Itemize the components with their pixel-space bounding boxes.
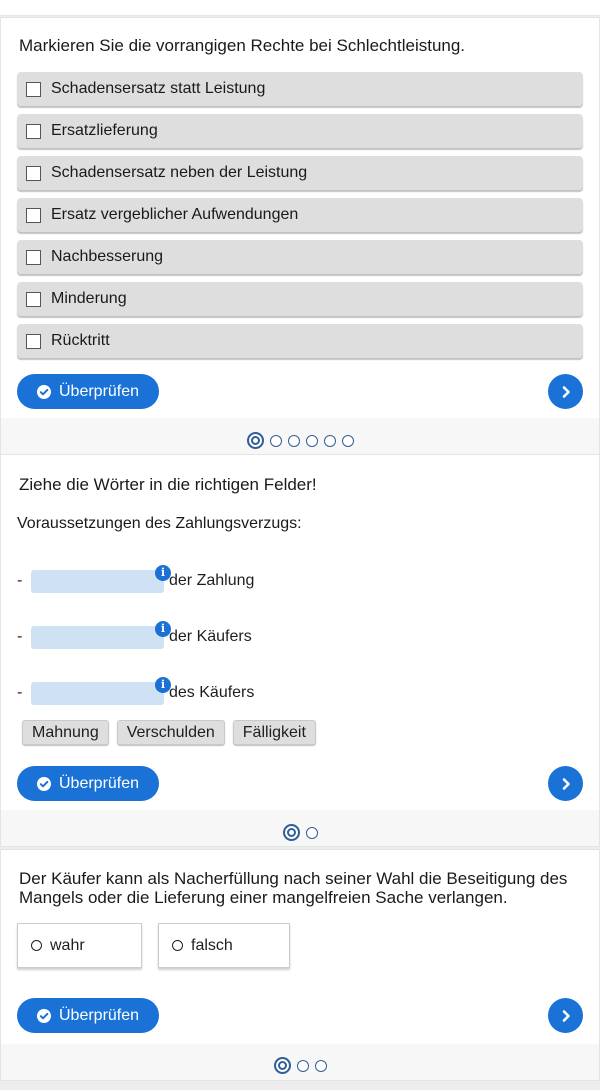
radio-button[interactable] bbox=[172, 940, 183, 951]
next-button[interactable] bbox=[548, 766, 583, 801]
page-dot[interactable] bbox=[269, 434, 282, 447]
check-circle-icon bbox=[37, 776, 51, 791]
page-dot[interactable] bbox=[246, 432, 264, 449]
info-icon[interactable]: i bbox=[155, 620, 171, 637]
option-label: Nachbesserung bbox=[51, 248, 164, 265]
answer-option[interactable]: Schadensersatz statt Leistung bbox=[17, 72, 583, 106]
question-text: Ziehe die Wörter in die richtigen Felder… bbox=[19, 475, 317, 494]
drop-zone[interactable]: i bbox=[31, 564, 171, 593]
chevron-right-icon bbox=[562, 777, 570, 790]
answer-option[interactable]: Rücktritt bbox=[17, 324, 583, 358]
drop-zone[interactable]: i bbox=[31, 676, 171, 705]
option-label: Rücktritt bbox=[51, 332, 110, 349]
pagination bbox=[0, 1057, 600, 1074]
check-circle-icon bbox=[37, 1008, 51, 1023]
page-dot[interactable] bbox=[314, 1059, 327, 1072]
check-circle-icon bbox=[37, 384, 51, 399]
word-bank: Mahnung Verschulden Fälligkeit bbox=[22, 720, 316, 745]
check-button-label: Überprüfen bbox=[59, 774, 140, 792]
page-dot[interactable] bbox=[296, 1059, 309, 1072]
page-bottom bbox=[0, 1081, 600, 1090]
check-button[interactable]: Überprüfen bbox=[17, 374, 159, 409]
draggable-word[interactable]: Verschulden bbox=[116, 720, 225, 745]
top-bar bbox=[0, 0, 600, 16]
check-button[interactable]: Überprüfen bbox=[17, 998, 159, 1033]
chevron-right-icon bbox=[562, 1009, 570, 1022]
drop-zone[interactable]: i bbox=[31, 620, 171, 649]
answer-option[interactable]: Ersatzlieferung bbox=[17, 114, 583, 148]
answer-label: falsch bbox=[191, 936, 233, 954]
checkbox[interactable] bbox=[26, 123, 41, 139]
page-dot[interactable] bbox=[323, 434, 336, 447]
question-text: Der Käufer kann als Nacherfüllung nach s… bbox=[19, 869, 568, 907]
option-label: Schadensersatz neben der Leistung bbox=[51, 164, 308, 181]
answer-label: wahr bbox=[50, 936, 85, 954]
radio-button[interactable] bbox=[31, 940, 42, 951]
answer-option[interactable]: Nachbesserung bbox=[17, 240, 583, 274]
page-dot[interactable] bbox=[305, 826, 318, 839]
page-dot[interactable] bbox=[273, 1057, 291, 1074]
option-label: Ersatz vergeblicher Aufwendungen bbox=[51, 206, 299, 223]
checkbox[interactable] bbox=[26, 81, 41, 97]
question-text: Markieren Sie die vorrangigen Rechte bei… bbox=[19, 36, 466, 55]
option-label: Schadensersatz statt Leistung bbox=[51, 80, 266, 97]
answer-option[interactable]: Minderung bbox=[17, 282, 583, 316]
row-suffix: der Käufers bbox=[169, 628, 252, 645]
checkbox[interactable] bbox=[26, 165, 41, 181]
info-icon[interactable]: i bbox=[155, 676, 171, 693]
check-button-label: Überprüfen bbox=[59, 382, 140, 400]
next-button[interactable] bbox=[548, 374, 583, 409]
checkbox[interactable] bbox=[26, 291, 41, 307]
page-dot[interactable] bbox=[305, 434, 318, 447]
checkbox[interactable] bbox=[26, 333, 41, 349]
check-button[interactable]: Überprüfen bbox=[17, 766, 159, 801]
chevron-right-icon bbox=[562, 385, 570, 398]
checkbox[interactable] bbox=[26, 207, 41, 223]
fill-row: - i der Käufers bbox=[17, 620, 252, 649]
option-label: Minderung bbox=[51, 290, 127, 307]
pagination bbox=[0, 824, 600, 841]
check-button-label: Überprüfen bbox=[59, 1006, 140, 1024]
answer-option[interactable]: Ersatz vergeblicher Aufwendungen bbox=[17, 198, 583, 232]
page-dot[interactable] bbox=[282, 824, 300, 841]
page-dot[interactable] bbox=[287, 434, 300, 447]
next-button[interactable] bbox=[548, 998, 583, 1033]
answer-option[interactable]: Schadensersatz neben der Leistung bbox=[17, 156, 583, 190]
answer-false[interactable]: falsch bbox=[158, 923, 290, 968]
row-suffix: der Zahlung bbox=[169, 572, 255, 589]
fill-row: - i der Zahlung bbox=[17, 564, 255, 593]
pagination bbox=[0, 432, 600, 449]
row-suffix: des Käufers bbox=[169, 684, 255, 701]
draggable-word[interactable]: Mahnung bbox=[22, 720, 109, 745]
draggable-word[interactable]: Fälligkeit bbox=[232, 720, 316, 745]
option-label: Ersatzlieferung bbox=[51, 122, 158, 139]
checkbox[interactable] bbox=[26, 249, 41, 265]
task-intro: Voraussetzungen des Zahlungsverzugs: bbox=[17, 515, 302, 532]
answer-true[interactable]: wahr bbox=[17, 923, 142, 968]
page-dot[interactable] bbox=[341, 434, 354, 447]
fill-row: - i des Käufers bbox=[17, 676, 255, 705]
info-icon[interactable]: i bbox=[155, 564, 171, 581]
